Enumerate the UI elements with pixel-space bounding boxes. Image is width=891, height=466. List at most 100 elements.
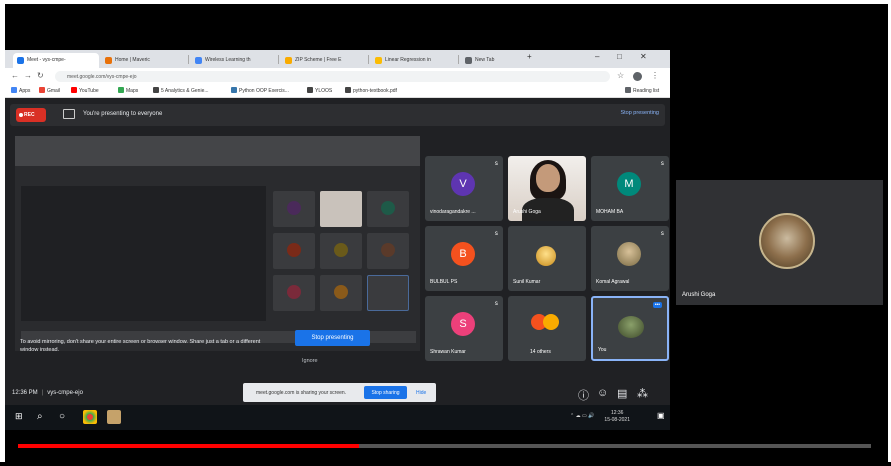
bookmark-maps[interactable]: Maps — [118, 87, 138, 94]
stop-presenting-link[interactable]: Stop presenting — [620, 110, 659, 116]
avatar: V — [451, 172, 475, 196]
bookmark-apps[interactable]: Apps — [11, 87, 30, 94]
mic-off-icon: ꜱ — [660, 231, 664, 237]
mini-tile — [367, 275, 409, 311]
gmail-icon — [39, 87, 45, 93]
shared-screen-content — [21, 186, 266, 321]
video-progress-bar[interactable] — [18, 444, 871, 448]
mini-tile — [273, 191, 315, 227]
clock-time: 12:36 — [610, 410, 624, 416]
meeting-code: vys-cmpe-ejo — [47, 390, 83, 396]
address-input[interactable]: meet.google.com/vys-cmpe-ejo — [55, 71, 610, 82]
system-tray[interactable]: ⌃ ☁ ▭ 🔊 — [570, 413, 594, 419]
task-view-icon[interactable]: ○ — [59, 411, 65, 422]
people-icon[interactable]: ☺ — [597, 387, 608, 399]
tab-wireless[interactable]: Wireless Learning th — [191, 53, 277, 68]
shared-screen — [15, 136, 420, 351]
self-tile[interactable]: ••• You — [591, 296, 669, 361]
participant-tile[interactable]: ꜱ S Shrawan Kumar — [425, 296, 503, 361]
reload-icon[interactable]: ↻ — [37, 71, 44, 80]
mini-avatar — [287, 201, 301, 215]
tab-label: Meet - vys-cmpe- — [27, 57, 66, 63]
windows-taskbar: ⊞ ⌕ ○ ⌃ ☁ ▭ 🔊 12:36 15-08-2021 ▣ — [5, 405, 670, 430]
forward-icon[interactable]: → — [24, 71, 32, 80]
bookmark-label: python-textbook.pdf — [353, 88, 397, 94]
mini-tile — [273, 275, 315, 311]
taskbar-clock[interactable]: 12:36 15-08-2021 — [604, 410, 630, 424]
bookmark-label: YLOOS — [315, 88, 333, 94]
chat-icon[interactable]: ▤ — [617, 387, 627, 400]
star-icon[interactable]: ☆ — [617, 71, 624, 80]
mirroring-warning: To avoid mirroring, don't share your ent… — [20, 339, 261, 353]
avatar — [759, 213, 815, 269]
meet-area: REC You're presenting to everyone Stop p… — [5, 98, 670, 415]
mini-avatar — [287, 285, 301, 299]
reading-list-icon — [625, 87, 631, 93]
tab-label: Wireless Learning th — [205, 57, 251, 63]
tab-meet[interactable]: Meet - vys-cmpe- — [13, 53, 99, 68]
bookmark-pdf[interactable]: python-textbook.pdf — [345, 87, 397, 94]
participant-tile[interactable]: ꜱ Komal Agrawal — [591, 226, 669, 291]
minimize-icon[interactable]: – — [595, 52, 599, 61]
bookmark-youtube[interactable]: YouTube — [71, 87, 99, 94]
tab-separator — [458, 55, 459, 64]
hide-button[interactable]: Hide — [416, 390, 426, 396]
bookmark-analytics[interactable]: 5 Analytics & Genie... — [153, 87, 209, 94]
participant-name: Komal Agrawal — [596, 279, 630, 285]
participant-tile[interactable]: Sunil Kumar — [508, 226, 586, 291]
close-icon[interactable]: ✕ — [640, 52, 647, 61]
windows-start-icon[interactable]: ⊞ — [15, 411, 23, 422]
favicon-icon — [465, 57, 472, 64]
bookmark-yloos[interactable]: YLOOS — [307, 87, 332, 94]
participant-name: BULBUL PS — [430, 279, 458, 285]
mini-avatar — [287, 243, 301, 257]
mini-tile — [320, 233, 362, 269]
tab-linear[interactable]: Linear Regression in — [371, 53, 457, 68]
activities-icon[interactable]: ⁂ — [637, 387, 648, 400]
youtube-icon — [71, 87, 77, 93]
ignore-button[interactable]: Ignore — [302, 358, 318, 364]
mini-avatar — [334, 285, 348, 299]
reading-list[interactable]: Reading list — [625, 87, 659, 94]
presenting-bar: REC You're presenting to everyone Stop p… — [10, 104, 665, 126]
tab-new[interactable]: New Tab — [461, 53, 521, 68]
bookmark-gmail[interactable]: Gmail — [39, 87, 60, 94]
stop-presenting-button[interactable]: Stop presenting — [295, 330, 370, 346]
others-tile[interactable]: 14 others — [508, 296, 586, 361]
avatar[interactable] — [633, 72, 642, 81]
mini-avatar — [381, 243, 395, 257]
info-icon[interactable]: ⓘ — [578, 387, 589, 403]
rec-badge[interactable]: REC — [16, 108, 46, 122]
participant-tile[interactable]: ꜱ M MOHAM BA — [591, 156, 669, 221]
participant-tile-video[interactable]: Arushi Goga — [508, 156, 586, 221]
app-icon[interactable] — [107, 410, 121, 424]
chrome-icon[interactable] — [83, 410, 97, 424]
bookmark-label: Apps — [19, 88, 31, 94]
bookmark-icon — [153, 87, 159, 93]
sharing-notification: meet.google.com is sharing your screen. … — [243, 383, 436, 402]
participant-name: Shrawan Kumar — [430, 349, 466, 355]
new-tab-icon[interactable]: + — [527, 52, 532, 61]
tab-home[interactable]: Home | Maveric — [101, 53, 187, 68]
notifications-icon[interactable]: ▣ — [657, 411, 665, 420]
favicon-icon — [285, 57, 292, 64]
time-text: 12:36 PM — [12, 390, 38, 396]
favicon-icon — [375, 57, 382, 64]
search-icon[interactable]: ⌕ — [37, 411, 43, 422]
bookmark-python[interactable]: Python OOP Exercis... — [231, 87, 289, 94]
menu-icon[interactable]: ⋮ — [651, 71, 659, 80]
back-icon[interactable]: ← — [11, 71, 19, 80]
sharing-text: meet.google.com is sharing your screen. — [256, 390, 347, 396]
others-avatars — [531, 314, 563, 330]
maximize-icon[interactable]: □ — [617, 52, 622, 61]
bookmarks-bar: Apps Gmail YouTube Maps 5 Analytics & Ge… — [5, 84, 670, 98]
presenting-text: You're presenting to everyone — [83, 111, 163, 117]
participant-tile[interactable]: ꜱ B BULBUL PS — [425, 226, 503, 291]
tab-zip[interactable]: ZIP Scheme | Free E — [281, 53, 367, 68]
participant-tile[interactable]: ꜱ V vinodaragandakre ... — [425, 156, 503, 221]
participant-name: You — [598, 347, 607, 353]
tab-separator — [188, 55, 189, 64]
stop-sharing-button[interactable]: Stop sharing — [364, 386, 407, 399]
avatar: S — [451, 312, 475, 336]
tab-label: New Tab — [475, 57, 495, 63]
